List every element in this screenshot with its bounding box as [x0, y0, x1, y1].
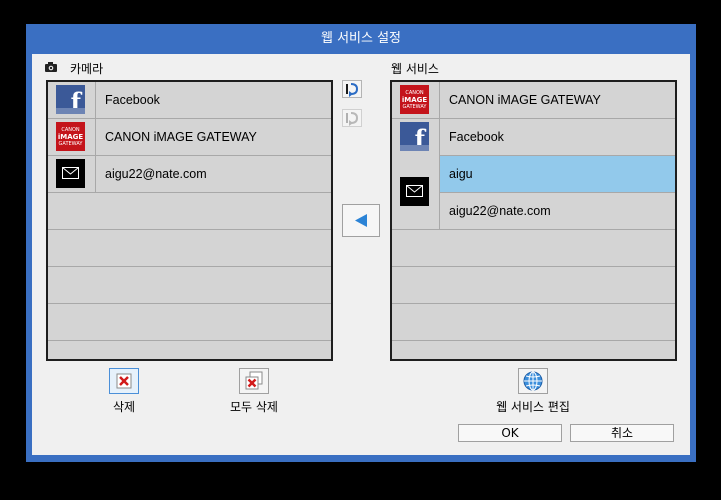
dialog-client-area: 카메라 웹 서비스 f Facebook CANON iMAGE GATEWAY C…	[32, 54, 690, 455]
list-item-label: Facebook	[105, 93, 160, 107]
list-item-label: CANON iMAGE GATEWAY	[449, 93, 601, 107]
list-item[interactable]: f Facebook	[48, 82, 331, 119]
empty-list-row	[48, 193, 331, 230]
window-title: 웹 서비스 설정	[320, 31, 402, 46]
list-item-label: aigu	[449, 167, 473, 181]
empty-list-row	[392, 341, 675, 359]
empty-list-row	[392, 230, 675, 267]
list-item-label: Facebook	[449, 130, 504, 144]
list-item-label: CANON iMAGE GATEWAY	[105, 130, 257, 144]
move-down-button[interactable]	[342, 109, 362, 127]
globe-icon	[523, 371, 543, 391]
empty-list-row	[48, 304, 331, 341]
ok-button[interactable]: OK	[458, 424, 562, 442]
delete-all-button-label: 모두 삭제	[230, 400, 278, 414]
empty-list-row	[48, 341, 331, 359]
arrow-left-icon	[355, 214, 367, 227]
canon-image-gateway-icon: CANON iMAGE GATEWAY	[56, 122, 85, 151]
list-item-label: aigu22@nate.com	[449, 204, 551, 218]
empty-list-row	[392, 267, 675, 304]
reorder-disabled-icon	[346, 112, 359, 126]
facebook-icon: f	[400, 122, 429, 151]
empty-list-row	[48, 267, 331, 304]
delete-all-icon	[245, 371, 263, 390]
list-item[interactable]: CANON iMAGE GATEWAY CANON iMAGE GATEWAY	[48, 119, 331, 156]
web-service-list[interactable]: CANON iMAGE GATEWAY CANON iMAGE GATEWAY f …	[390, 80, 677, 361]
list-item-label: aigu22@nate.com	[105, 167, 207, 181]
camera-panel-header: 카메라	[70, 62, 104, 76]
mail-icon	[400, 177, 429, 206]
facebook-icon: f	[56, 85, 85, 114]
transfer-to-camera-button[interactable]	[342, 204, 380, 237]
cancel-button[interactable]: 취소	[570, 424, 674, 442]
delete-button[interactable]	[109, 368, 139, 394]
edit-web-services-button-label: 웹 서비스 편집	[496, 400, 570, 414]
empty-list-row	[392, 304, 675, 341]
move-up-button[interactable]	[342, 80, 362, 98]
camera-service-list[interactable]: f Facebook CANON iMAGE GATEWAY CANON iMAGE…	[46, 80, 333, 361]
empty-list-row	[48, 230, 331, 267]
reorder-icon	[346, 83, 359, 97]
delete-all-button[interactable]	[239, 368, 269, 394]
edit-web-services-button[interactable]	[518, 368, 548, 394]
camera-icon	[45, 62, 57, 72]
list-item[interactable]: f Facebook	[392, 119, 675, 156]
web-panel-header: 웹 서비스	[391, 62, 439, 76]
canon-image-gateway-icon: CANON iMAGE GATEWAY	[400, 85, 429, 114]
list-item[interactable]: aigu22@nate.com	[48, 156, 331, 193]
mail-icon	[56, 159, 85, 188]
list-item[interactable]: CANON iMAGE GATEWAY CANON iMAGE GATEWAY	[392, 82, 675, 119]
delete-icon	[116, 373, 132, 389]
delete-button-label: 삭제	[112, 400, 136, 414]
web-service-settings-dialog: 웹 서비스 설정 카메라 웹 서비스 f Facebook CANON iMAG…	[26, 24, 696, 462]
